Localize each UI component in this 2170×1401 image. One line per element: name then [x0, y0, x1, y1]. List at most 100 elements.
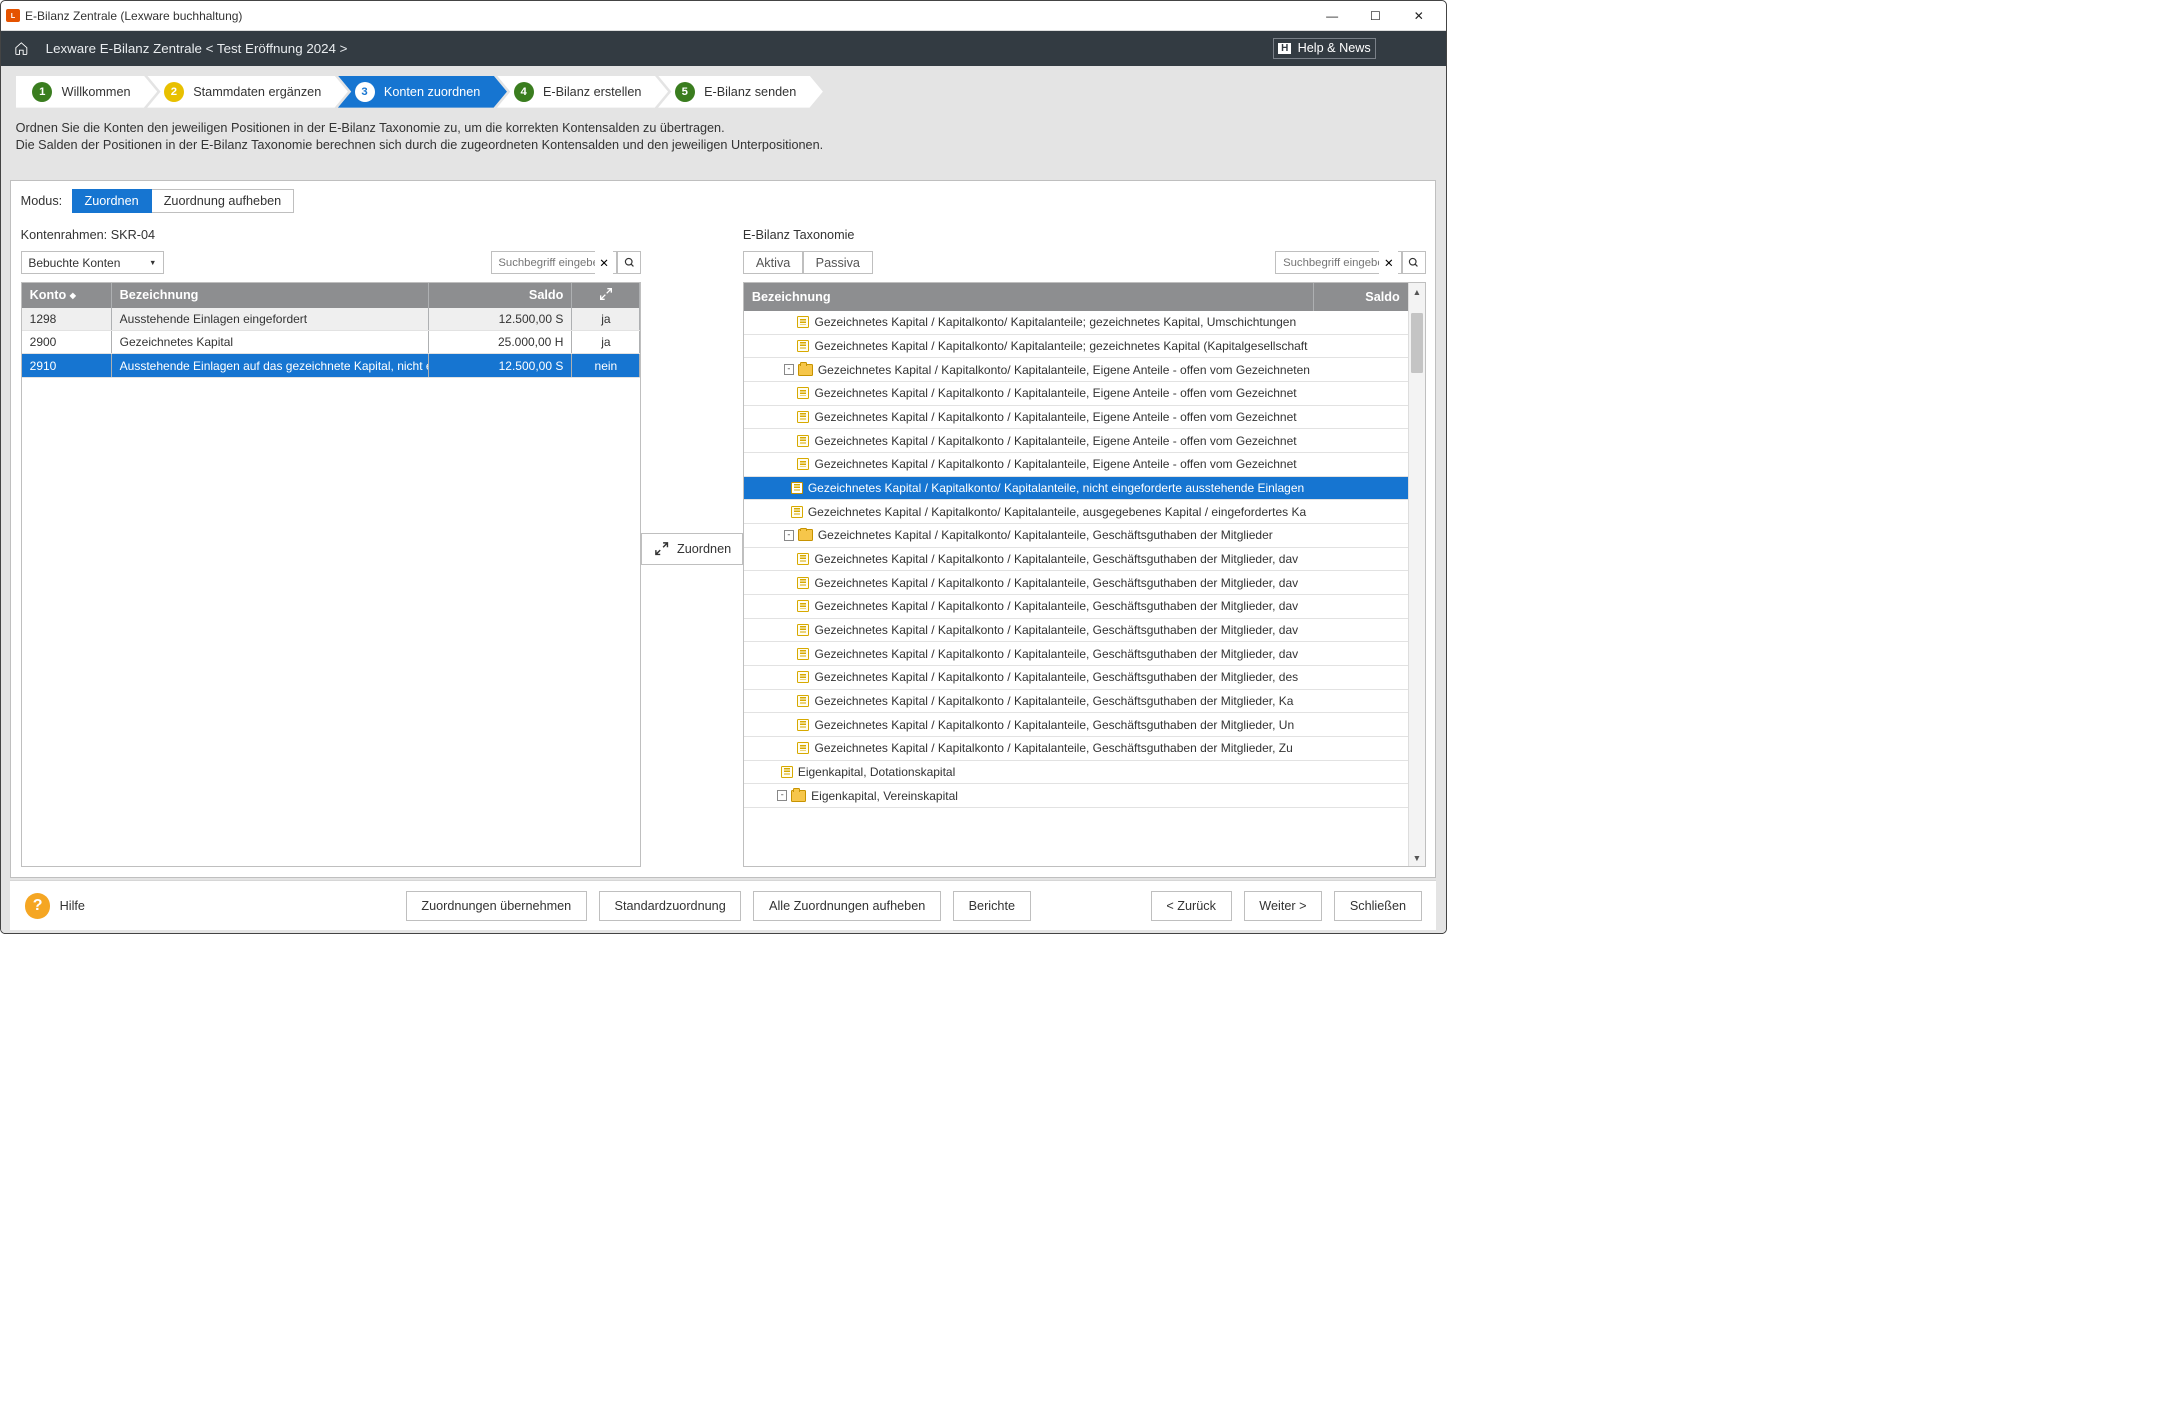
tree-saldo-header[interactable]: Saldo: [1314, 283, 1407, 311]
document-icon: [797, 553, 809, 565]
berichte-button[interactable]: Berichte: [953, 891, 1031, 920]
taxonomie-node[interactable]: -Gezeichnetes Kapital / Kapitalkonto/ Ka…: [744, 358, 1408, 382]
node-label: Eigenkapital, Dotationskapital: [798, 765, 955, 779]
taxonomie-node[interactable]: Gezeichnetes Kapital / Kapitalkonto/ Kap…: [744, 311, 1408, 335]
modus-label: Modus:: [21, 194, 63, 208]
taxonomie-node[interactable]: - Eigenkapital, Vereinskapital: [744, 784, 1408, 808]
help-news-button[interactable]: H Help & News: [1273, 38, 1375, 59]
node-label: Gezeichnetes Kapital / Kapitalkonto / Ka…: [815, 623, 1299, 637]
minimize-button[interactable]: ―: [1310, 2, 1353, 29]
weiter-button[interactable]: Weiter >: [1244, 891, 1323, 920]
help-h-icon: H: [1278, 43, 1291, 54]
scroll-down-icon[interactable]: ▼: [1409, 849, 1425, 866]
konto-row[interactable]: 2910Ausstehende Einlagen auf das gezeich…: [22, 354, 641, 377]
node-label: Gezeichnetes Kapital / Kapitalkonto / Ka…: [815, 599, 1299, 613]
col-saldo-header[interactable]: Saldo: [429, 283, 572, 308]
wizard-description-2: Die Salden der Positionen in der E-Bilan…: [16, 137, 1431, 155]
document-icon: [797, 458, 809, 470]
taxonomie-node[interactable]: Gezeichnetes Kapital / Kapitalkonto / Ka…: [744, 690, 1408, 714]
wizard-step-2[interactable]: 2 Stammdaten ergänzen: [147, 76, 348, 108]
zurueck-button[interactable]: < Zurück: [1151, 891, 1232, 920]
modus-aufheben-button[interactable]: Zuordnung aufheben: [152, 189, 295, 213]
taxonomie-node[interactable]: Gezeichnetes Kapital / Kapitalkonto / Ka…: [744, 619, 1408, 643]
taxonomie-node[interactable]: Gezeichnetes Kapital / Kapitalkonto/ Kap…: [744, 335, 1408, 359]
scroll-up-icon[interactable]: ▲: [1409, 283, 1425, 300]
node-label: Gezeichnetes Kapital / Kapitalkonto / Ka…: [815, 670, 1299, 684]
left-search-clear-icon[interactable]: ✕: [595, 251, 614, 274]
tree-toggle-icon[interactable]: -: [784, 530, 794, 541]
tree-scrollbar[interactable]: ▲ ▼: [1408, 283, 1425, 866]
taxonomie-node[interactable]: Gezeichnetes Kapital / Kapitalkonto / Ka…: [744, 382, 1408, 406]
step-label: E-Bilanz senden: [704, 85, 796, 99]
wizard-step-3[interactable]: 3Konten zuordnen: [338, 76, 507, 108]
col-bezeichnung-header[interactable]: Bezeichnung: [112, 283, 429, 308]
right-search-button[interactable]: [1402, 251, 1426, 274]
wizard-step-1[interactable]: 1Willkommen: [16, 76, 158, 108]
node-label: Eigenkapital, Vereinskapital: [811, 789, 958, 803]
maximize-button[interactable]: ☐: [1354, 2, 1397, 29]
taxonomie-node[interactable]: Gezeichnetes Kapital / Kapitalkonto/ Kap…: [744, 477, 1408, 501]
tree-toggle-icon[interactable]: -: [777, 790, 787, 801]
help-icon[interactable]: ?: [25, 893, 50, 918]
taxonomie-node[interactable]: -Gezeichnetes Kapital / Kapitalkonto/ Ka…: [744, 524, 1408, 548]
right-search-clear-icon[interactable]: ✕: [1379, 251, 1398, 274]
left-search-button[interactable]: [617, 251, 641, 274]
folder-icon: [798, 364, 813, 376]
schliessen-button[interactable]: Schließen: [1334, 891, 1422, 920]
download-icon[interactable]: [1394, 40, 1409, 58]
standardzuordnung-button[interactable]: Standardzuordnung: [599, 891, 742, 920]
konto-row[interactable]: 2900Gezeichnetes Kapital25.000,00 Hja: [22, 331, 641, 354]
document-icon: [797, 648, 809, 660]
wizard-step-4[interactable]: 4E-Bilanz erstellen: [497, 76, 668, 108]
taxonomie-node[interactable]: Gezeichnetes Kapital / Kapitalkonto / Ka…: [744, 737, 1408, 761]
konten-filter-combo[interactable]: Bebuchte Konten ▼: [21, 251, 164, 274]
node-label: Gezeichnetes Kapital / Kapitalkonto / Ka…: [815, 647, 1299, 661]
close-button[interactable]: ✕: [1397, 2, 1440, 29]
tree-toggle-icon[interactable]: -: [784, 364, 794, 375]
node-label: Gezeichnetes Kapital / Kapitalkonto / Ka…: [815, 576, 1299, 590]
konto-row[interactable]: 1298Ausstehende Einlagen eingefordert12.…: [22, 308, 641, 331]
aktiva-button[interactable]: Aktiva: [743, 251, 803, 274]
document-icon: [797, 387, 809, 399]
taxonomie-node[interactable]: Gezeichnetes Kapital / Kapitalkonto / Ka…: [744, 642, 1408, 666]
taxonomie-node[interactable]: Gezeichnetes Kapital / Kapitalkonto/ Kap…: [744, 500, 1408, 524]
wizard-step-5[interactable]: 5E-Bilanz senden: [658, 76, 823, 108]
taxonomie-node[interactable]: Gezeichnetes Kapital / Kapitalkonto / Ka…: [744, 548, 1408, 572]
step-badge: 2: [164, 82, 184, 102]
node-label: Gezeichnetes Kapital / Kapitalkonto / Ka…: [815, 410, 1297, 424]
scroll-thumb[interactable]: [1411, 313, 1423, 373]
taxonomie-node[interactable]: Gezeichnetes Kapital / Kapitalkonto / Ka…: [744, 406, 1408, 430]
taxonomie-node[interactable]: Gezeichnetes Kapital / Kapitalkonto / Ka…: [744, 713, 1408, 737]
wizard-description-1: Ordnen Sie die Konten den jeweiligen Pos…: [16, 120, 1431, 138]
passiva-button[interactable]: Passiva: [803, 251, 873, 274]
step-label: Stammdaten ergänzen: [193, 85, 321, 99]
hilfe-label[interactable]: Hilfe: [60, 899, 85, 913]
node-label: Gezeichnetes Kapital / Kapitalkonto / Ka…: [815, 718, 1295, 732]
taxonomie-node[interactable]: Gezeichnetes Kapital / Kapitalkonto / Ka…: [744, 595, 1408, 619]
taxonomie-node[interactable]: Eigenkapital, Dotationskapital: [744, 761, 1408, 785]
node-label: Gezeichnetes Kapital / Kapitalkonto/ Kap…: [815, 339, 1308, 353]
zuordnen-button[interactable]: Zuordnen: [641, 533, 742, 566]
taxonomie-node[interactable]: Gezeichnetes Kapital / Kapitalkonto / Ka…: [744, 571, 1408, 595]
taxonomie-node[interactable]: Gezeichnetes Kapital / Kapitalkonto / Ka…: [744, 453, 1408, 477]
footer-bar: ? Hilfe Zuordnungen übernehmen Standardz…: [10, 880, 1436, 930]
taxonomie-node[interactable]: Gezeichnetes Kapital / Kapitalkonto / Ka…: [744, 429, 1408, 453]
window-title: E-Bilanz Zentrale (Lexware buchhaltung): [25, 9, 242, 23]
upload-icon[interactable]: [1421, 40, 1436, 58]
alle-zuordnungen-aufheben-button[interactable]: Alle Zuordnungen aufheben: [753, 891, 941, 920]
step-badge: 3: [355, 82, 375, 102]
col-konto-header[interactable]: Konto ◆: [22, 283, 112, 308]
col-expand-header[interactable]: [572, 283, 640, 308]
modus-zuordnen-button[interactable]: Zuordnen: [72, 189, 152, 213]
node-label: Gezeichnetes Kapital / Kapitalkonto / Ka…: [815, 386, 1297, 400]
titlebar: L E-Bilanz Zentrale (Lexware buchhaltung…: [1, 1, 1446, 31]
taxonomie-node[interactable]: Gezeichnetes Kapital / Kapitalkonto / Ka…: [744, 666, 1408, 690]
header-bar: Lexware E-Bilanz Zentrale < Test Eröffnu…: [1, 31, 1446, 66]
document-icon: [797, 719, 809, 731]
document-icon: [797, 340, 809, 352]
zuordnungen-uebernehmen-button[interactable]: Zuordnungen übernehmen: [406, 891, 587, 920]
step-badge: 1: [32, 82, 52, 102]
node-label: Gezeichnetes Kapital / Kapitalkonto / Ka…: [815, 434, 1297, 448]
tree-bezeichnung-header[interactable]: Bezeichnung: [744, 283, 1315, 311]
home-button[interactable]: [11, 38, 31, 58]
